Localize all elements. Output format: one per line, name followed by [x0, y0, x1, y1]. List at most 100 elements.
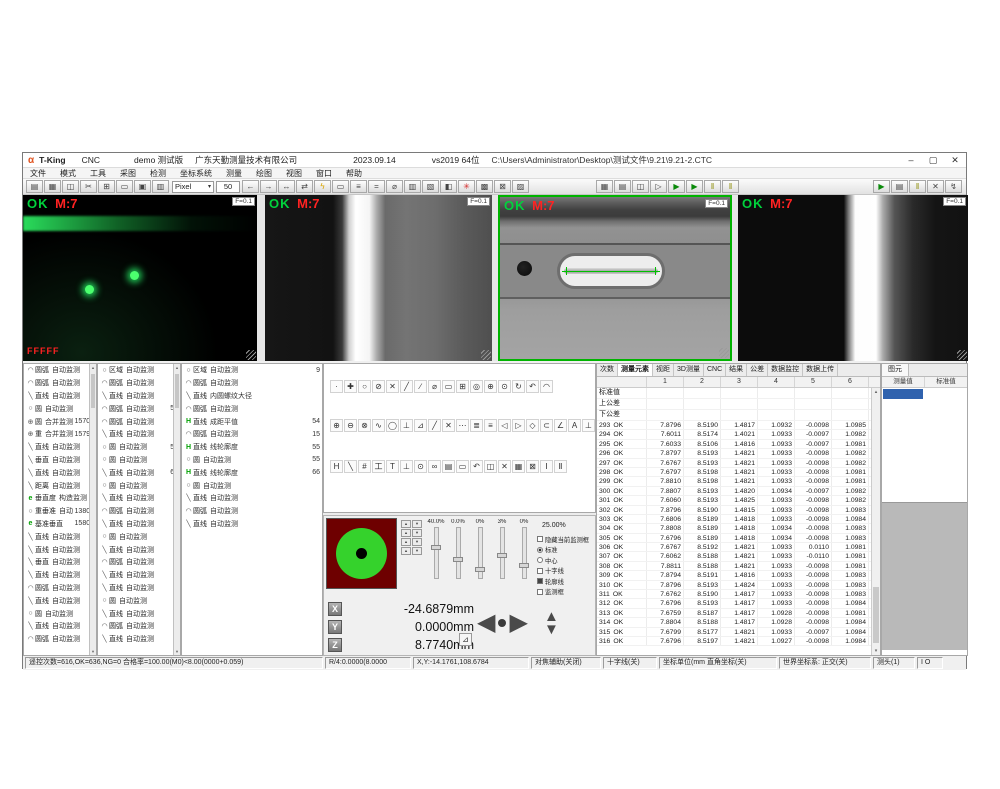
list-item[interactable]: ╲ 直线 自动监测 — [98, 492, 180, 505]
toolbar-button[interactable]: ↔ — [278, 180, 295, 193]
checkbox-icon[interactable] — [537, 568, 543, 574]
option-row[interactable]: 轮廓线 — [537, 576, 596, 587]
toolbar-button[interactable]: ▣ — [134, 180, 151, 193]
tool-icon[interactable]: ✕ — [498, 460, 511, 473]
toolbar-button[interactable]: ▭ — [332, 180, 349, 193]
stepper-button[interactable]: ▾ — [412, 520, 422, 528]
table-row[interactable]: 295OK 7.6033 8.5106 1.4816 1.0933 -0.009… — [597, 440, 880, 449]
scrollbar-thumb[interactable] — [91, 374, 95, 408]
tolerance-row[interactable]: 上公差 — [597, 399, 880, 410]
list-item[interactable]: ○ 圆 自动监测 55 — [182, 454, 322, 467]
jog-right-icon[interactable]: ▶ — [509, 612, 527, 634]
camera-view-3-selected[interactable]: OK M:7 F=0.1 — [498, 195, 732, 361]
resize-grip-icon[interactable] — [246, 350, 256, 360]
list-item[interactable]: H 直线 线轮廓度 66 — [182, 466, 322, 479]
tool-icon[interactable]: ╱ — [400, 380, 413, 393]
list-item[interactable]: e 垂直度 构造监测 — [24, 492, 96, 505]
table-row[interactable]: 314OK 7.8804 8.5188 1.4817 1.0928 -0.009… — [597, 618, 880, 627]
toolbar-button[interactable]: ‖ — [722, 180, 739, 193]
list-item[interactable]: ╲ 垂直 自动监测 — [24, 454, 96, 467]
selected-element-cell[interactable] — [883, 389, 923, 399]
tool-icon[interactable]: ∞ — [428, 460, 441, 473]
toolbar-button[interactable]: ≡ — [350, 180, 367, 193]
checkbox-icon[interactable] — [537, 578, 543, 584]
list-item[interactable]: ○ 重垂准 自动监测 13801 — [24, 505, 96, 518]
table-tab[interactable]: 次数 — [597, 364, 618, 376]
toolbar-button[interactable]: ▩ — [476, 180, 493, 193]
toolbar-button[interactable]: ▭ — [116, 180, 133, 193]
tool-icon[interactable]: ⊗ — [358, 419, 371, 432]
toolbar-button[interactable]: ‖ — [704, 180, 721, 193]
table-tab[interactable]: 测量元素 — [618, 364, 653, 376]
tool-icon[interactable]: · — [330, 380, 343, 393]
list-item[interactable]: ○ 圆 自动监测 — [98, 530, 180, 543]
menu-item[interactable]: 工具 — [83, 168, 113, 179]
light-slider[interactable] — [469, 527, 491, 579]
tool-icon[interactable]: # — [358, 460, 371, 473]
list-item[interactable]: ╲ 直线 自动监测 — [24, 620, 96, 633]
tool-icon[interactable]: ▭ — [456, 460, 469, 473]
option-row[interactable]: 中心 — [537, 555, 596, 566]
table-row[interactable]: 302OK 7.8796 8.5190 1.4815 1.0933 -0.009… — [597, 506, 880, 515]
table-row[interactable]: 310OK 7.8796 8.5193 1.4824 1.0933 -0.009… — [597, 581, 880, 590]
table-row[interactable]: 313OK 7.6759 8.5187 1.4817 1.0928 -0.009… — [597, 609, 880, 618]
stepper-button[interactable]: ▾ — [412, 529, 422, 537]
tool-icon[interactable]: ▭ — [442, 380, 455, 393]
tool-icon[interactable]: H — [330, 460, 343, 473]
list-item[interactable]: ╲ 直线 自动监测 — [98, 428, 180, 441]
table-row[interactable]: 306OK 7.6767 8.5192 1.4821 1.0933 0.0110… — [597, 543, 880, 552]
toolbar-button[interactable]: ▤ — [26, 180, 43, 193]
slider-thumb[interactable] — [519, 563, 529, 568]
toolbar-button[interactable]: ⌀ — [386, 180, 403, 193]
list-item[interactable]: ╲ 直线 自动监测 — [98, 543, 180, 556]
menu-item[interactable]: 采图 — [113, 168, 143, 179]
toolbar-button[interactable]: ϟ — [314, 180, 331, 193]
table-tab[interactable]: 公差 — [747, 364, 768, 376]
list-item[interactable]: ╲ 直线 自动监测 — [98, 607, 180, 620]
list-item[interactable]: ◠ 圆弧 自动监测 — [98, 505, 180, 518]
option-row[interactable]: 隐藏当前监测框 — [537, 534, 596, 545]
tool-icon[interactable]: ⋯ — [456, 419, 469, 432]
tool-icon[interactable]: ⊙ — [498, 380, 511, 393]
tool-icon[interactable]: ◎ — [470, 380, 483, 393]
toolbar-button[interactable]: ◧ — [440, 180, 457, 193]
list-item[interactable]: ╲ 直线 自动监测 — [24, 466, 96, 479]
slider-thumb[interactable] — [453, 557, 463, 562]
list-item[interactable]: ╲ 直线 自动监测 66 — [98, 466, 180, 479]
list-item[interactable]: ◠ 圆弧 自动监测 — [182, 505, 322, 518]
option-row[interactable]: 十字线 — [537, 566, 596, 577]
stepper-button[interactable]: ▴ — [401, 547, 411, 555]
resize-grip-icon[interactable] — [481, 350, 491, 360]
toolbar-button[interactable]: ↯ — [945, 180, 962, 193]
list-item[interactable]: ╲ 直线 自动监测 — [24, 543, 96, 556]
tool-icon[interactable]: ⊂ — [540, 419, 553, 432]
toolbar-button[interactable]: ← — [242, 180, 259, 193]
scroll-down-icon[interactable]: ▾ — [174, 648, 180, 655]
scroll-up-icon[interactable]: ▴ — [174, 364, 180, 371]
table-row[interactable]: 305OK 7.6796 8.5189 1.4818 1.0934 -0.009… — [597, 534, 880, 543]
table-tab[interactable]: CNC — [704, 364, 726, 376]
table-row[interactable]: 298OK 7.6797 8.5198 1.4821 1.0933 -0.009… — [597, 468, 880, 477]
list-item[interactable]: ◠ 圆弧 自动监测 — [24, 364, 96, 377]
tool-icon[interactable]: ≡ — [484, 419, 497, 432]
list-item[interactable]: ◠ 圆弧 自动监测 — [182, 402, 322, 415]
table-row[interactable]: 293OK 7.8796 8.5190 1.4817 1.0932 -0.009… — [597, 421, 880, 430]
table-row[interactable]: 316OK 7.6796 8.5197 1.4821 1.0927 -0.009… — [597, 637, 880, 646]
jog-center-dot[interactable] — [498, 619, 506, 627]
tool-icon[interactable]: ╲ — [344, 460, 357, 473]
list-item[interactable]: ◠ 圆弧 自动监测 — [182, 377, 322, 390]
menu-item[interactable]: 坐标系统 — [173, 168, 219, 179]
list-item[interactable]: ◠ 圆弧 自动监测 — [24, 633, 96, 646]
tool-icon[interactable]: T — [386, 460, 399, 473]
list-item[interactable]: ⊕ 重 合并监测 15794 — [24, 428, 96, 441]
list-item[interactable]: H 直线 线轮廓度 55 — [182, 441, 322, 454]
table-row[interactable]: 312OK 7.6796 8.5193 1.4817 1.0933 -0.009… — [597, 599, 880, 608]
list-item[interactable]: ○ 圆 自动监测 — [98, 479, 180, 492]
jog-left-icon[interactable]: ◀ — [477, 612, 495, 634]
close-button[interactable]: ✕ — [944, 153, 966, 168]
list-item[interactable]: ◠ 圆弧 自动监测 54 — [98, 402, 180, 415]
menu-item[interactable]: 测量 — [219, 168, 249, 179]
list-item[interactable]: ○ 圆 自动监测 — [24, 402, 96, 415]
camera-view-1[interactable]: FFFFF OK M:7 F=0.1 — [23, 195, 257, 361]
list-item[interactable]: ╲ 距离 自动监测 — [24, 479, 96, 492]
